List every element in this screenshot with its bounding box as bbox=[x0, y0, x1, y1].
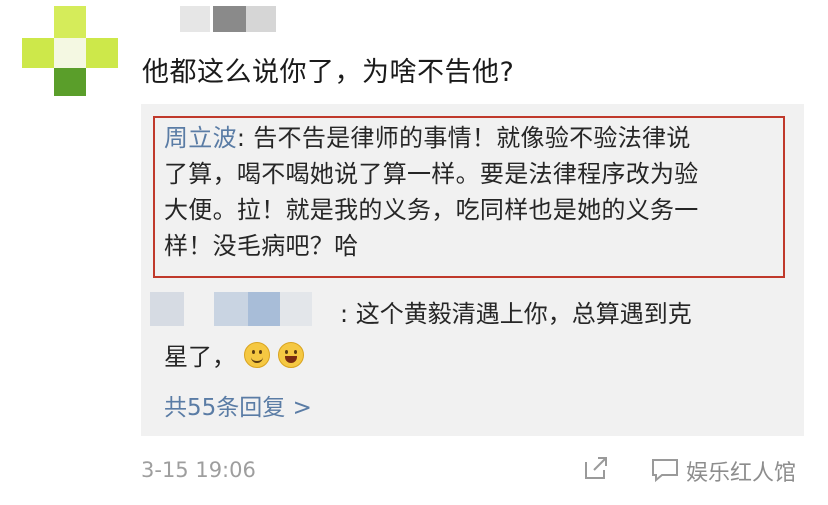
reply-text-line: 了算，喝不喝她说了算一样。要是法律程序改为验 bbox=[164, 160, 699, 188]
blur-block bbox=[180, 6, 210, 32]
reply-text-line: 样！没毛病吧？哈 bbox=[164, 232, 359, 260]
laugh-emoji-icon bbox=[278, 341, 304, 368]
blur-block bbox=[214, 292, 248, 326]
reply-second-line1: : 这个黄毅清遇上你，总算遇到克 bbox=[340, 294, 692, 329]
avatar-pixel bbox=[86, 38, 118, 68]
comment-icon[interactable] bbox=[650, 457, 682, 483]
reply-text-line: 大便。拉！就是我的义务，吃同样也是她的义务一 bbox=[164, 196, 699, 224]
watermark: 娱乐红人馆 bbox=[686, 461, 797, 486]
timestamp: 3-15 19:06 bbox=[141, 458, 256, 482]
blur-block bbox=[280, 292, 312, 326]
share-icon[interactable] bbox=[582, 454, 610, 482]
avatar[interactable] bbox=[22, 6, 118, 96]
avatar-pixel bbox=[54, 68, 86, 96]
reply-text-line: 这个黄毅清遇上你，总算遇到克 bbox=[355, 300, 692, 328]
blur-block bbox=[213, 6, 246, 32]
more-replies-link[interactable]: 共55条回复 > bbox=[164, 388, 312, 422]
reply-second-line2: 星了， bbox=[164, 337, 304, 372]
comment-text: 他都这么说你了，为啥不告他? bbox=[142, 57, 515, 88]
blur-block bbox=[246, 6, 276, 32]
reply-separator: : bbox=[340, 300, 356, 328]
reply-author-link[interactable]: 周立波 bbox=[164, 124, 237, 152]
reply-first: 周立波: 告不告是律师的事情！就像验不验法律说 了算，喝不喝她说了算一样。要是法… bbox=[164, 120, 784, 264]
reply-line: 周立波: 告不告是律师的事情！就像验不验法律说 bbox=[164, 120, 784, 156]
avatar-pixel bbox=[54, 6, 86, 38]
reply-text-line: 星了， bbox=[164, 343, 236, 371]
blurred-username[interactable] bbox=[180, 6, 280, 32]
avatar-pixel bbox=[54, 38, 86, 68]
avatar-pixel bbox=[22, 38, 54, 68]
reply-separator: : bbox=[236, 124, 254, 152]
reply-text-line: 告不告是律师的事情！就像验不验法律说 bbox=[253, 124, 691, 152]
blur-block bbox=[248, 292, 280, 326]
blur-block bbox=[150, 292, 184, 326]
smile-emoji-icon bbox=[244, 341, 270, 368]
